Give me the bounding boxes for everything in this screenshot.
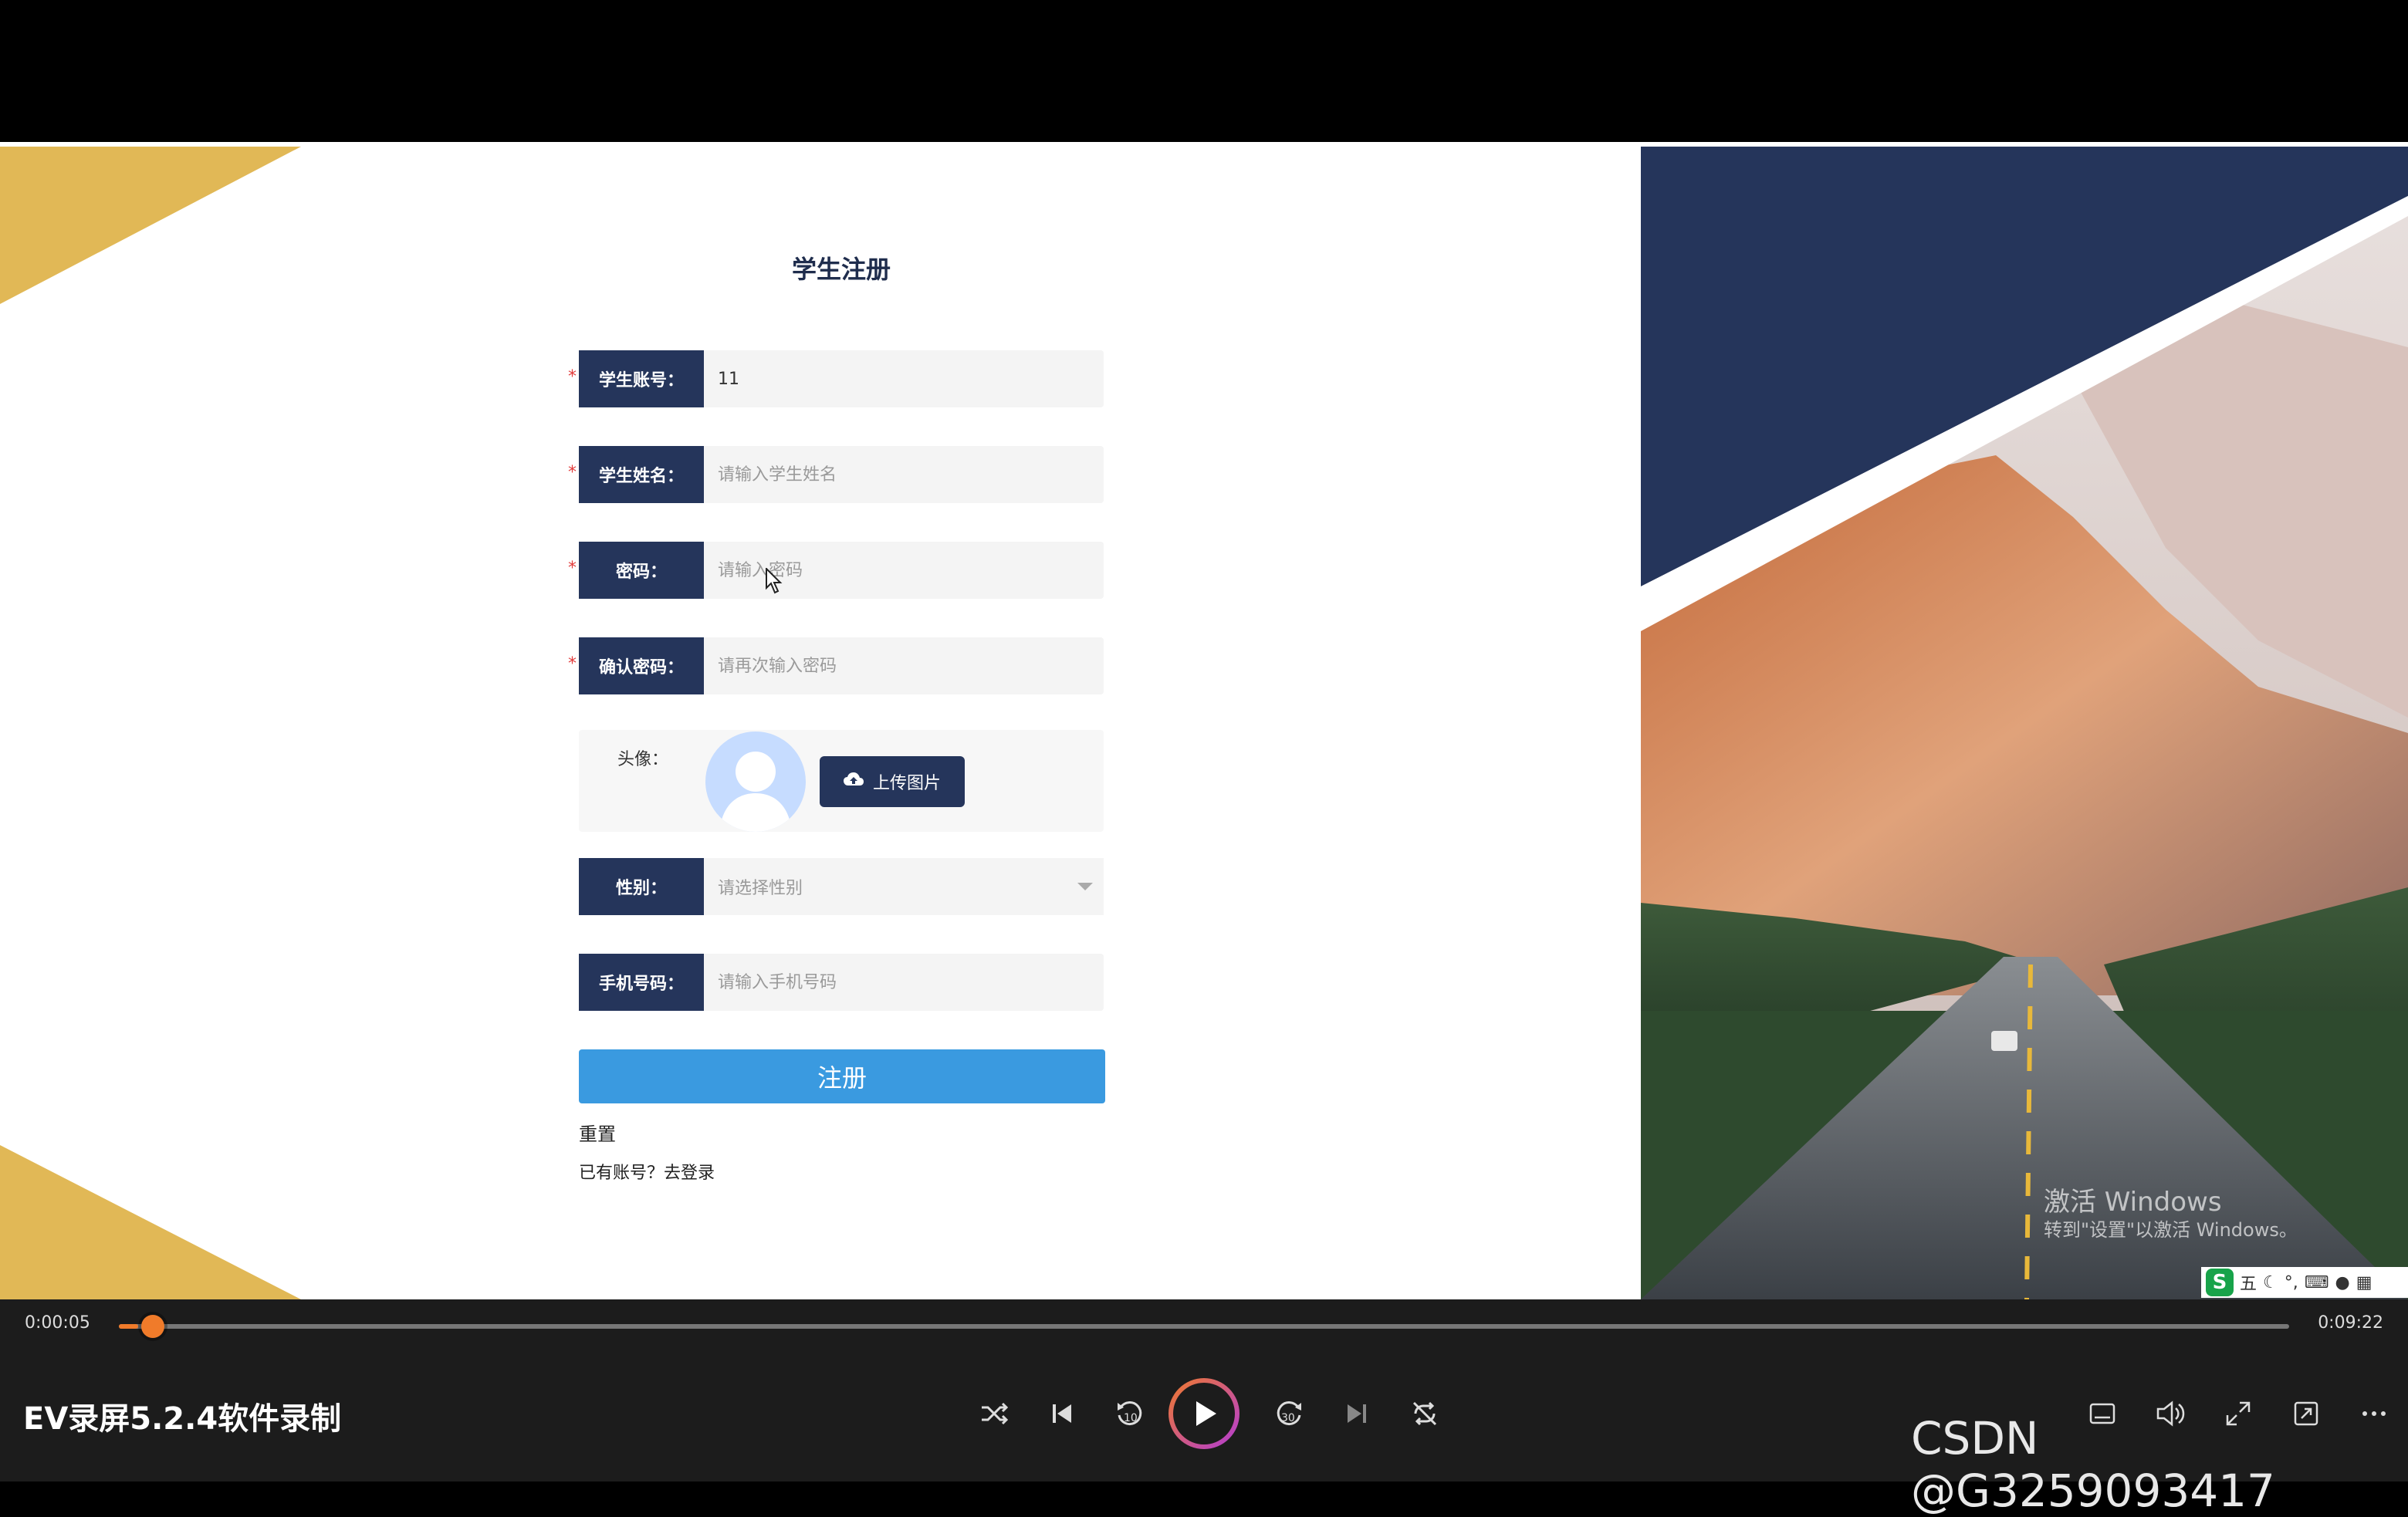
password-label: 密码： xyxy=(579,542,704,599)
password-row: * 密码： xyxy=(568,542,1104,599)
rewind-10-label: 10 xyxy=(1124,1412,1138,1424)
sogou-ime-icon: S xyxy=(2206,1269,2234,1296)
ime-mode-text: 五 xyxy=(2240,1275,2258,1294)
gender-select-placeholder: 请选择性别 xyxy=(718,879,803,898)
reset-link[interactable]: 重置 xyxy=(579,1119,616,1146)
name-label: 学生姓名： xyxy=(579,446,704,503)
password-input[interactable] xyxy=(704,542,1104,599)
mouse-cursor-icon xyxy=(766,566,784,597)
progress-fill xyxy=(119,1324,139,1329)
forward-30-icon[interactable]: 30 xyxy=(1266,1390,1312,1437)
current-time: 0:00:05 xyxy=(25,1313,90,1333)
phone-input[interactable] xyxy=(704,954,1104,1011)
phone-row: 手机号码： xyxy=(579,954,1104,1011)
page-title: 学生注册 xyxy=(791,255,891,284)
play-icon xyxy=(1196,1401,1216,1426)
csdn-credit-watermark: CSDN @G3259093417 xyxy=(1911,1412,2275,1517)
account-input[interactable] xyxy=(704,350,1104,407)
punctuation-icon: °, xyxy=(2284,1272,2298,1292)
keyboard-icon: ⌨ xyxy=(2304,1272,2329,1292)
avatar-placeholder-icon xyxy=(705,731,806,832)
confirm-password-row: * 确认密码： xyxy=(568,637,1104,694)
windows-activation-title: 激活 Windows xyxy=(2044,1187,2222,1218)
repeat-off-icon[interactable] xyxy=(1402,1390,1448,1437)
required-mark: * xyxy=(568,559,577,578)
upload-image-button[interactable]: 上传图片 xyxy=(820,756,965,807)
video-player-bar: 0:00:05 0:09:22 EV录屏5.2.4软件录制 10 30 CSDN… xyxy=(0,1299,2408,1517)
register-button[interactable]: 注册 xyxy=(579,1049,1105,1103)
user-icon: ● xyxy=(2335,1272,2350,1292)
next-icon[interactable] xyxy=(1334,1390,1380,1437)
total-time: 0:09:22 xyxy=(2318,1313,2383,1333)
confirm-password-label: 确认密码： xyxy=(579,637,704,694)
required-mark: * xyxy=(568,367,577,387)
forward-30-label: 30 xyxy=(1281,1412,1295,1424)
gender-row: 性别： 请选择性别 xyxy=(579,858,1104,915)
previous-icon[interactable] xyxy=(1039,1390,1085,1437)
scenery-image xyxy=(1641,147,2408,1299)
gender-label: 性别： xyxy=(579,858,704,915)
name-row: * 学生姓名： xyxy=(568,446,1104,503)
progress-thumb[interactable] xyxy=(141,1315,164,1338)
video-title: EV录屏5.2.4软件录制 xyxy=(23,1401,342,1437)
play-button[interactable] xyxy=(1168,1378,1240,1449)
moon-icon: ☾ xyxy=(2263,1272,2278,1292)
cloud-upload-icon xyxy=(843,772,864,792)
windows-activation-hint: 转到"设置"以激活 Windows。 xyxy=(2044,1219,2298,1241)
confirm-password-input[interactable] xyxy=(704,637,1104,694)
gold-triangle-top-decor xyxy=(0,142,309,304)
account-label: 学生账号： xyxy=(579,350,704,407)
upload-image-label: 上传图片 xyxy=(872,774,941,793)
required-mark: * xyxy=(568,654,577,674)
ime-toolbar[interactable]: S 五 ☾ °, ⌨ ● ▦ xyxy=(2201,1267,2408,1298)
progress-track[interactable] xyxy=(119,1315,2289,1338)
name-input[interactable] xyxy=(704,446,1104,503)
rewind-10-icon[interactable]: 10 xyxy=(1107,1390,1153,1437)
gender-select[interactable]: 请选择性别 xyxy=(704,858,1104,915)
gold-triangle-bottom-decor xyxy=(0,1137,309,1299)
phone-label: 手机号码： xyxy=(579,954,704,1011)
shuffle-icon[interactable] xyxy=(971,1390,1017,1437)
required-mark: * xyxy=(568,463,577,482)
video-frame: 学生注册 * 学生账号： * 学生姓名： * 密码： * 确认密码： 头像： xyxy=(0,142,2408,1299)
go-login-link[interactable]: 已有账号？去登录 xyxy=(579,1159,715,1184)
account-row: * 学生账号： xyxy=(568,350,1104,407)
grid-icon: ▦ xyxy=(2356,1272,2372,1292)
avatar-label: 头像： xyxy=(617,750,669,769)
chevron-down-icon xyxy=(1077,883,1093,890)
avatar-row: 头像： 上传图片 xyxy=(579,730,1104,832)
